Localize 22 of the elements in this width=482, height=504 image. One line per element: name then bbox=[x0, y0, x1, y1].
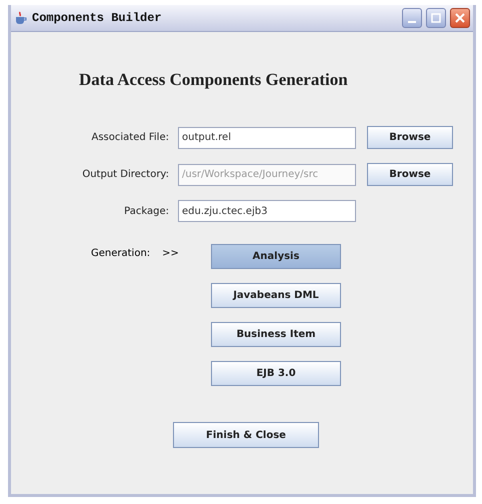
window-title: Components Builder bbox=[32, 11, 163, 25]
arrow-label: >> bbox=[162, 248, 179, 259]
close-button[interactable] bbox=[450, 8, 470, 28]
finish-button[interactable]: Finish & Close bbox=[173, 422, 319, 448]
text-field[interactable]: edu.zju.ctec.ejb3 bbox=[178, 200, 356, 222]
generation-label: Generation: bbox=[91, 248, 150, 259]
field-label: Output Directory: bbox=[81, 169, 169, 180]
maximize-icon bbox=[431, 13, 441, 23]
browse-button[interactable]: Browse bbox=[367, 126, 453, 149]
minimize-icon bbox=[408, 20, 416, 22]
close-icon bbox=[455, 13, 465, 23]
generate-button[interactable]: Analysis bbox=[211, 244, 341, 269]
java-cup-icon bbox=[14, 11, 28, 25]
generate-button[interactable]: Javabeans DML bbox=[211, 283, 341, 308]
generate-button[interactable]: EJB 3.0 bbox=[211, 361, 341, 386]
field-label: Package: bbox=[123, 206, 169, 216]
form-heading: Data Access Components Generation bbox=[79, 70, 349, 90]
maximize-button[interactable] bbox=[426, 8, 446, 28]
text-field[interactable]: output.rel bbox=[178, 126, 356, 148]
minimize-button[interactable] bbox=[402, 8, 422, 28]
generate-button[interactable]: Business Item bbox=[211, 322, 341, 347]
field-label: Associated File: bbox=[90, 132, 169, 143]
